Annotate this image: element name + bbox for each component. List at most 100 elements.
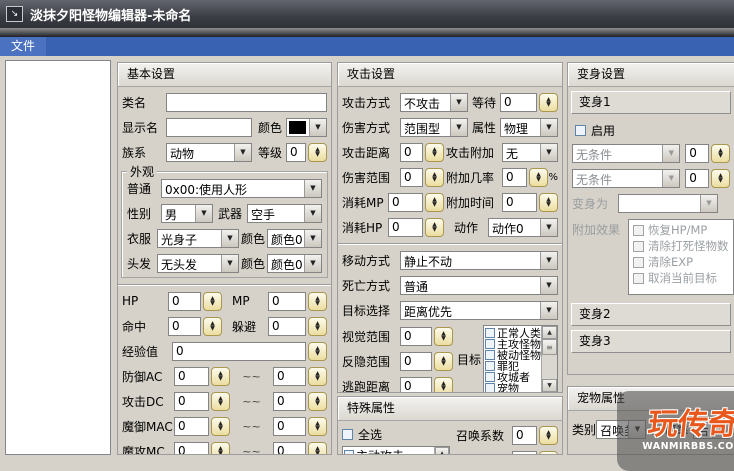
spinner-updown-icon[interactable]: ▲▼	[308, 142, 327, 162]
spinner-updown-icon[interactable]: ▲▼	[308, 291, 327, 311]
gender-dropdown[interactable]: 男 ▼	[161, 203, 213, 223]
checkbox[interactable]	[485, 327, 495, 338]
attack-mode-dropdown[interactable]: 不攻击 ▼	[400, 92, 468, 112]
checkbox[interactable]	[342, 428, 353, 440]
chevron-down-icon[interactable]: ▼	[540, 251, 557, 269]
spinner-updown-icon[interactable]: ▲▼	[308, 391, 327, 411]
spinner-updown-icon[interactable]: ▲▼	[539, 192, 558, 212]
hair-dropdown[interactable]: 无头发 ▼	[157, 253, 239, 273]
attr-dropdown[interactable]: 物理 ▼	[500, 117, 558, 137]
spinner-updown-icon[interactable]: ▲▼	[539, 425, 558, 445]
hair-color-dropdown[interactable]: 颜色0 ▼	[267, 253, 322, 273]
spinner-updown-icon[interactable]: ▲▼	[308, 316, 327, 336]
action-dropdown[interactable]: 动作0 ▼	[488, 217, 558, 237]
spinner-updown-icon[interactable]: ▲▼	[434, 351, 453, 371]
chevron-down-icon[interactable]: ▼	[221, 254, 238, 272]
chevron-down-icon[interactable]: ▼	[304, 204, 321, 222]
class-name-input[interactable]	[166, 92, 327, 112]
checkbox[interactable]	[575, 124, 586, 136]
appearance-normal-dropdown[interactable]: 0x00:使用人形 ▼	[161, 178, 322, 198]
death-mode-dropdown[interactable]: 普通 ▼	[400, 275, 558, 295]
special-flags-listbox[interactable]: 主动攻击 ▲	[342, 446, 450, 454]
scroll-thumb[interactable]: ≡	[542, 339, 557, 355]
family-dropdown[interactable]: 动物 ▼	[166, 142, 252, 162]
chevron-down-icon[interactable]: ▼	[309, 118, 326, 136]
transform-slot3-bar[interactable]: 变身3	[571, 330, 731, 353]
display-name-input[interactable]	[166, 117, 252, 137]
effect-item[interactable]: 取消当前目标	[631, 270, 733, 286]
chevron-down-icon[interactable]: ▼	[234, 143, 251, 161]
level-value[interactable]: 0	[286, 142, 306, 162]
checkbox[interactable]	[485, 371, 495, 382]
scrollbar[interactable]: ▲ ≡ ▼	[541, 326, 557, 392]
chevron-down-icon[interactable]: ▼	[662, 144, 680, 162]
spinner-updown-icon[interactable]: ▲▼	[308, 416, 327, 436]
damage-mode-dropdown[interactable]: 范围型 ▼	[400, 117, 468, 137]
spinner-updown-icon[interactable]: ▲▼	[425, 192, 444, 212]
chevron-down-icon[interactable]: ▼	[540, 301, 557, 319]
spinner-updown-icon[interactable]: ▲▼	[425, 142, 444, 162]
spinner-updown-icon[interactable]: ▲▼	[203, 291, 222, 311]
attack-addon-dropdown[interactable]: 无 ▼	[502, 142, 558, 162]
spinner-updown-icon[interactable]: ▲▼	[711, 168, 730, 188]
weapon-dropdown[interactable]: 空手 ▼	[247, 203, 322, 223]
spinner-updown-icon[interactable]: ▲▼	[529, 167, 548, 187]
checkbox[interactable]	[485, 349, 495, 360]
spinner-updown-icon[interactable]: ▲▼	[308, 441, 327, 454]
chevron-down-icon[interactable]: ▼	[540, 143, 557, 161]
chevron-down-icon[interactable]: ▼	[450, 93, 467, 111]
effect-item[interactable]: 清除EXP	[631, 254, 733, 270]
spinner-updown-icon[interactable]: ▲▼	[539, 450, 558, 454]
scrollbar[interactable]: ▲	[434, 447, 449, 454]
spinner-updown-icon[interactable]: ▲▼	[211, 416, 230, 436]
transform-slot1-bar[interactable]: 变身1	[571, 91, 731, 114]
checkbox[interactable]	[633, 256, 644, 268]
effects-listbox[interactable]: 恢复HP/MP 清除打死怪物数 清除EXP 取消当前目标	[628, 219, 734, 295]
checkbox[interactable]	[485, 360, 495, 371]
target-type-item[interactable]: 正常人类	[484, 327, 541, 338]
transform-to-dropdown[interactable]: ▼	[618, 193, 718, 213]
chevron-down-icon[interactable]: ▼	[450, 118, 467, 136]
name-color-dropdown[interactable]: ▼	[286, 117, 327, 137]
checkbox[interactable]	[344, 450, 354, 454]
checkbox[interactable]	[633, 240, 644, 252]
effect-item[interactable]: 恢复HP/MP	[631, 222, 733, 238]
chevron-down-icon[interactable]: ▼	[195, 204, 212, 222]
flag-item[interactable]: 主动攻击	[343, 448, 434, 454]
move-mode-dropdown[interactable]: 静止不动 ▼	[400, 250, 558, 270]
checkbox[interactable]	[633, 272, 644, 284]
scroll-down-icon[interactable]: ▼	[542, 379, 557, 392]
target-type-item[interactable]: 罪犯	[484, 360, 541, 371]
chevron-down-icon[interactable]: ▼	[221, 229, 238, 247]
condition2-dropdown[interactable]: 无条件 ▼	[572, 168, 681, 188]
condition1-dropdown[interactable]: 无条件 ▼	[572, 143, 681, 163]
checkbox[interactable]	[485, 382, 495, 392]
chevron-down-icon[interactable]: ▼	[540, 118, 557, 136]
target-type-item[interactable]: 主攻怪物	[484, 338, 541, 349]
chevron-down-icon[interactable]: ▼	[700, 194, 717, 212]
spinner-updown-icon[interactable]: ▲▼	[425, 167, 444, 187]
chevron-down-icon[interactable]: ▼	[304, 229, 321, 247]
checkbox[interactable]	[633, 224, 644, 236]
target-type-item[interactable]: 宠物	[484, 382, 541, 392]
chevron-down-icon[interactable]: ▼	[540, 218, 557, 236]
select-all-row[interactable]: 全选	[342, 425, 450, 443]
spinner-updown-icon[interactable]: ▲▼	[308, 341, 327, 361]
enable-row[interactable]: 启用	[575, 122, 734, 138]
monster-list[interactable]	[5, 60, 111, 455]
spinner-updown-icon[interactable]: ▲▼	[211, 391, 230, 411]
spinner-updown-icon[interactable]: ▲▼	[308, 366, 327, 386]
spinner-updown-icon[interactable]: ▲▼	[211, 441, 230, 454]
transform-slot2-bar[interactable]: 变身2	[571, 303, 731, 326]
target-type-item[interactable]: 被动怪物	[484, 349, 541, 360]
spinner-updown-icon[interactable]: ▲▼	[434, 376, 453, 392]
clothes-color-dropdown[interactable]: 颜色0 ▼	[267, 228, 322, 248]
menu-file[interactable]: 文件	[0, 37, 47, 56]
checkbox[interactable]	[485, 338, 495, 349]
spinner-updown-icon[interactable]: ▲▼	[539, 92, 558, 112]
target-type-item[interactable]: 攻城者	[484, 371, 541, 382]
chevron-down-icon[interactable]: ▼	[662, 169, 680, 187]
scroll-up-icon[interactable]: ▲	[435, 447, 449, 454]
spinner-updown-icon[interactable]: ▲▼	[434, 326, 453, 346]
spinner-updown-icon[interactable]: ▲▼	[711, 143, 730, 163]
